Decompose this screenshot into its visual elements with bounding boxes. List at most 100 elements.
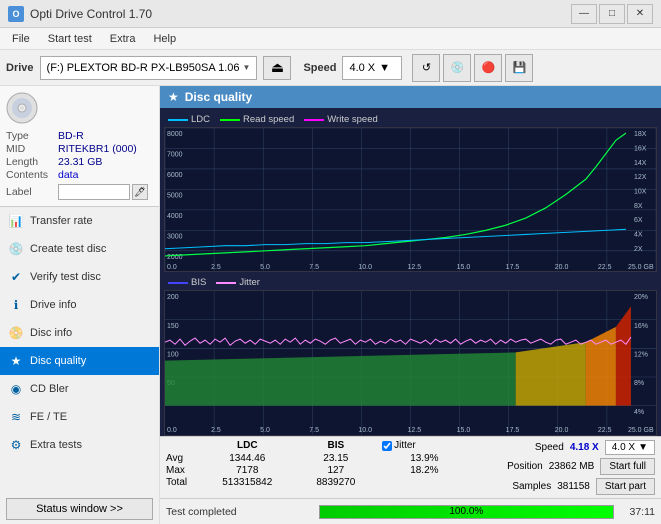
- create-test-disc-icon: 💿: [8, 241, 24, 257]
- menu-file[interactable]: File: [4, 31, 38, 47]
- start-part-button[interactable]: Start part: [596, 478, 655, 495]
- sidebar-item-extra-tests[interactable]: ⚙ Extra tests: [0, 431, 159, 459]
- svg-text:6000: 6000: [167, 171, 183, 179]
- disc-mid-row: MID RITEKBR1 (000): [6, 143, 153, 155]
- drive-info-icon: ℹ: [8, 297, 24, 313]
- max-bis: 127: [294, 465, 379, 476]
- sidebar-item-fe-te[interactable]: ≋ FE / TE: [0, 403, 159, 431]
- drive-label: Drive: [6, 62, 34, 74]
- sidebar-item-disc-info[interactable]: 📀 Disc info: [0, 319, 159, 347]
- svg-text:2000: 2000: [167, 253, 183, 261]
- position-key: Position: [507, 461, 543, 472]
- svg-text:18X: 18X: [634, 130, 647, 138]
- top-chart-wrapper: 8000 7000 6000 5000 4000 3000 2000 18X 1…: [164, 127, 657, 272]
- svg-text:6X: 6X: [634, 216, 643, 224]
- drivebar: Drive (F:) PLEXTOR BD-R PX-LB950SA 1.06 …: [0, 50, 661, 86]
- minimize-button[interactable]: —: [571, 4, 597, 24]
- top-chart-container: LDC Read speed Write speed: [164, 112, 657, 272]
- svg-text:17.5: 17.5: [506, 426, 520, 434]
- sidebar-item-transfer-rate[interactable]: 📊 Transfer rate: [0, 207, 159, 235]
- sidebar-item-cd-bler[interactable]: ◉ CD Bler: [0, 375, 159, 403]
- bis-legend-color: [168, 282, 188, 284]
- status-window-button[interactable]: Status window >>: [6, 498, 153, 520]
- read-legend-color: [220, 119, 240, 121]
- cd-bler-icon: ◉: [8, 381, 24, 397]
- read-legend-item: Read speed: [220, 114, 294, 125]
- svg-text:5.0: 5.0: [260, 426, 270, 434]
- cd-bler-label: CD Bler: [30, 383, 69, 395]
- eject-button[interactable]: ⏏: [263, 56, 291, 80]
- verify-test-disc-icon: ✔: [8, 269, 24, 285]
- drive-select-text: (F:) PLEXTOR BD-R PX-LB950SA 1.06: [47, 62, 240, 74]
- toolbar-erase-button[interactable]: 🔴: [474, 54, 502, 82]
- status-text: Test completed: [166, 506, 313, 518]
- svg-text:4X: 4X: [634, 230, 643, 238]
- svg-text:16%: 16%: [634, 322, 649, 330]
- svg-text:10X: 10X: [634, 187, 647, 195]
- disc-info-icon: 📀: [8, 325, 24, 341]
- charts-area: LDC Read speed Write speed: [160, 108, 661, 436]
- disc-quality-label: Disc quality: [30, 355, 86, 367]
- bis-header: BIS: [294, 440, 379, 451]
- disc-type-row: Type BD-R: [6, 130, 153, 142]
- speed-dropdown[interactable]: 4.0 X ▼: [605, 440, 655, 455]
- bottom-chart-svg: 20% 16% 12% 8% 4% 200 150 100 50 0.0 2.5…: [165, 291, 656, 434]
- svg-text:100: 100: [167, 351, 179, 359]
- fe-te-icon: ≋: [8, 409, 24, 425]
- total-ldc: 513315842: [205, 477, 290, 488]
- svg-text:8X: 8X: [634, 202, 643, 210]
- sidebar-item-disc-quality[interactable]: ★ Disc quality: [0, 347, 159, 375]
- toolbar-refresh-button[interactable]: ↺: [412, 54, 440, 82]
- write-legend-label: Write speed: [327, 114, 378, 125]
- svg-text:12.5: 12.5: [407, 263, 421, 271]
- label-input[interactable]: [58, 184, 130, 200]
- write-legend-item: Write speed: [304, 114, 378, 125]
- total-label: Total: [166, 477, 201, 488]
- svg-text:8000: 8000: [167, 130, 183, 138]
- toolbar-save-button[interactable]: 💾: [505, 54, 533, 82]
- avg-bis: 23.15: [294, 453, 379, 464]
- max-jitter: 18.2%: [382, 465, 467, 476]
- stats-bar: LDC BIS Jitter Avg 1344.46 23.15 13.9%: [160, 436, 661, 498]
- label-icon-button[interactable]: 🖊: [132, 184, 148, 200]
- sidebar-item-verify-test-disc[interactable]: ✔ Verify test disc: [0, 263, 159, 291]
- top-chart-legend: LDC Read speed Write speed: [164, 112, 657, 127]
- svg-text:20.0: 20.0: [555, 263, 569, 271]
- quality-title: Disc quality: [185, 90, 252, 104]
- quality-header-icon: ★: [168, 90, 179, 104]
- svg-text:8%: 8%: [634, 379, 645, 387]
- speed-key: Speed: [535, 442, 564, 453]
- maximize-button[interactable]: □: [599, 4, 625, 24]
- drive-info-label: Drive info: [30, 299, 76, 311]
- disc-panel: Type BD-R MID RITEKBR1 (000) Length 23.3…: [0, 86, 159, 207]
- avg-label: Avg: [166, 453, 201, 464]
- jitter-checkbox[interactable]: [382, 441, 392, 451]
- menu-help[interactable]: Help: [145, 31, 184, 47]
- svg-text:4%: 4%: [634, 408, 645, 416]
- svg-text:16X: 16X: [634, 144, 647, 152]
- stats-right: Speed 4.18 X 4.0 X ▼ Position 23862 MB S…: [475, 440, 655, 495]
- speed-select-value: 4.0 X: [612, 442, 635, 453]
- titlebar: O Opti Drive Control 1.70 — □ ✕: [0, 0, 661, 28]
- svg-text:4000: 4000: [167, 212, 183, 220]
- sidebar-item-drive-info[interactable]: ℹ Drive info: [0, 291, 159, 319]
- position-val: 23862 MB: [549, 461, 595, 472]
- svg-text:2.5: 2.5: [211, 263, 221, 271]
- start-full-button[interactable]: Start full: [600, 458, 655, 475]
- close-button[interactable]: ✕: [627, 4, 653, 24]
- sidebar-item-create-test-disc[interactable]: 💿 Create test disc: [0, 235, 159, 263]
- ldc-header: LDC: [205, 440, 290, 451]
- menu-start-test[interactable]: Start test: [40, 31, 100, 47]
- menubar: File Start test Extra Help: [0, 28, 661, 50]
- speed-select[interactable]: 4.0 X ▼: [342, 56, 402, 80]
- menu-extra[interactable]: Extra: [102, 31, 144, 47]
- top-chart-svg: 8000 7000 6000 5000 4000 3000 2000 18X 1…: [165, 128, 656, 271]
- toolbar-disc-button[interactable]: 💿: [443, 54, 471, 82]
- samples-key: Samples: [512, 481, 551, 492]
- titlebar-left: O Opti Drive Control 1.70: [8, 6, 152, 22]
- drive-select[interactable]: (F:) PLEXTOR BD-R PX-LB950SA 1.06 ▼: [40, 56, 258, 80]
- length-value: 23.31 GB: [58, 156, 102, 168]
- contents-value: data: [58, 169, 78, 181]
- svg-text:2X: 2X: [634, 245, 643, 253]
- svg-text:7000: 7000: [167, 151, 183, 159]
